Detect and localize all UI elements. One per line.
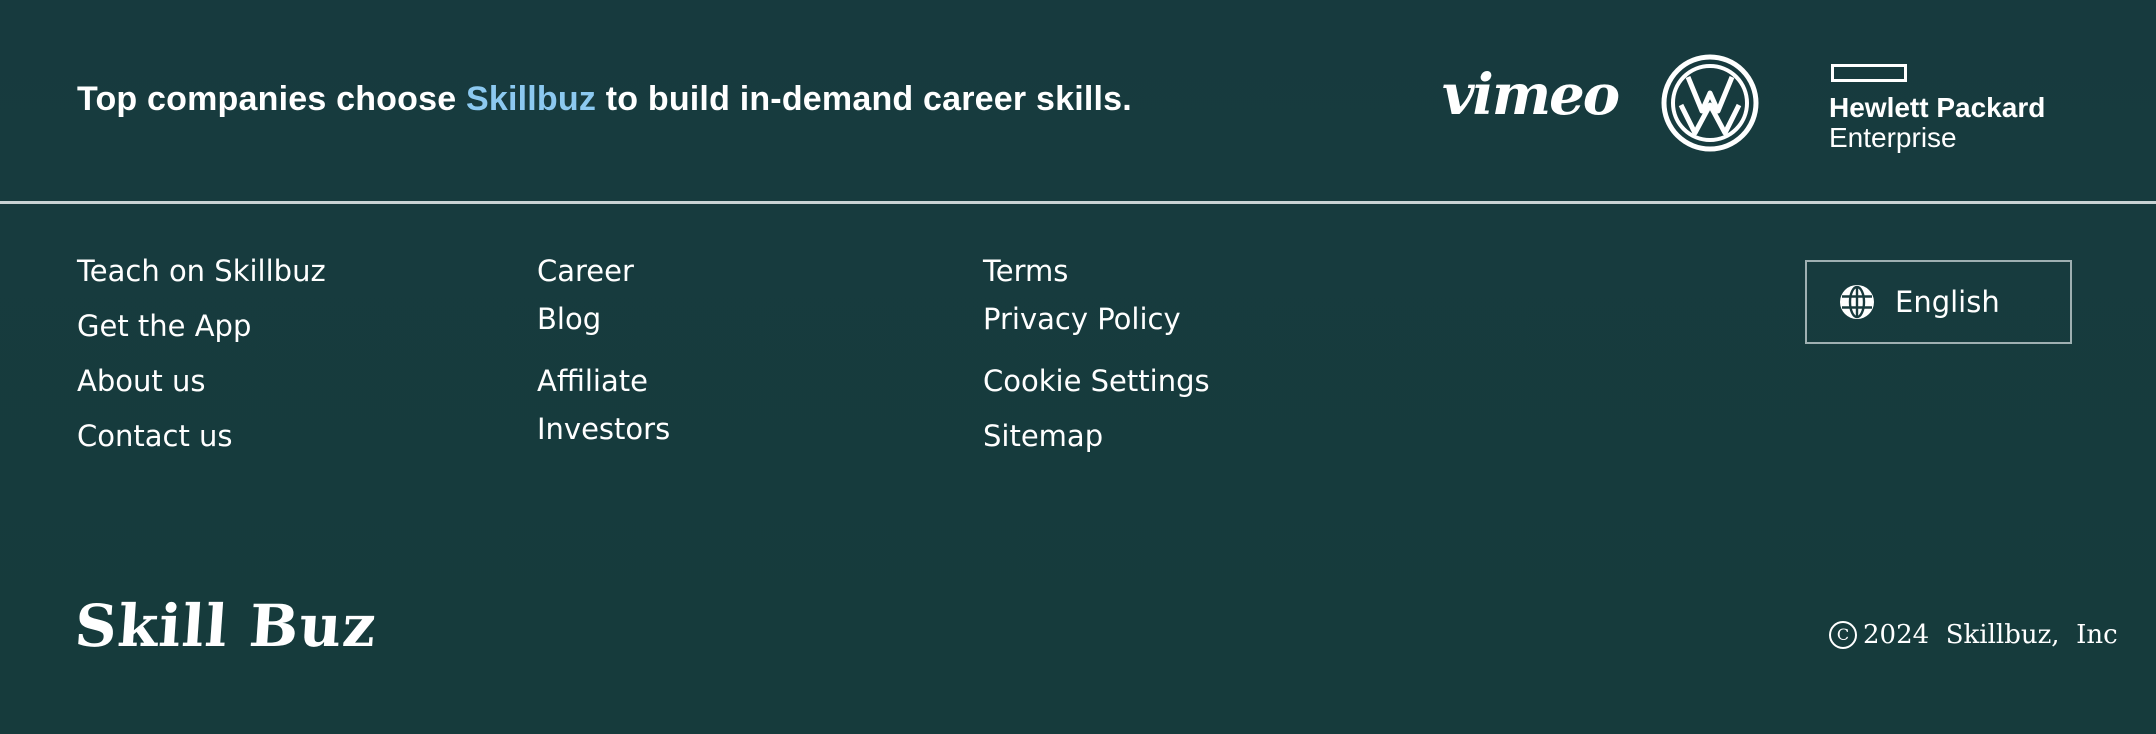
cookie-settings-link[interactable]: Cookie Settings: [983, 364, 1210, 398]
footer-divider: [0, 201, 2156, 204]
hpe-rectangle-mark: [1831, 64, 1907, 82]
volkswagen-logo: [1661, 54, 1759, 152]
sitemap-link[interactable]: Sitemap: [983, 419, 1103, 453]
vimeo-logo: vimeo: [1442, 62, 1620, 128]
hpe-logo-line1: Hewlett Packard: [1829, 92, 2046, 123]
tagline-lead-text: Top companies choose: [77, 80, 466, 118]
terms-link[interactable]: Terms: [983, 254, 1068, 288]
hewlett-packard-enterprise-logo: Hewlett Packard Enterprise: [1829, 62, 2069, 158]
privacy-policy-link[interactable]: Privacy Policy: [983, 302, 1181, 336]
investors-link[interactable]: Investors: [537, 412, 670, 446]
skillbuz-footer-logo[interactable]: Skill Buz: [73, 592, 379, 660]
career-link[interactable]: Career: [537, 254, 634, 288]
language-label: English: [1895, 285, 2000, 319]
teach-on-skillbuz-link[interactable]: Teach on Skillbuz: [77, 254, 326, 288]
tagline-brand-name: Skillbuz: [465, 80, 597, 118]
copyright-symbol: C: [1829, 621, 1857, 649]
language-selector-button[interactable]: English: [1805, 260, 2072, 344]
about-us-link[interactable]: About us: [77, 364, 205, 398]
tagline-tail-text: to build in-demand career skills.: [596, 80, 1132, 118]
blog-link[interactable]: Blog: [537, 302, 601, 336]
copyright-text: 2024 Skillbuz, Inc: [1863, 620, 2118, 650]
partners-tagline: Top companies choose Skillbuz to build i…: [77, 80, 1132, 119]
site-footer: Top companies choose Skillbuz to build i…: [0, 0, 2156, 734]
globe-icon: [1840, 285, 1874, 319]
affiliate-link[interactable]: Affiliate: [537, 364, 648, 398]
hpe-logo-line2: Enterprise: [1829, 122, 1957, 153]
contact-us-link[interactable]: Contact us: [77, 419, 233, 453]
copyright-notice: C 2024 Skillbuz, Inc: [1829, 620, 2118, 650]
get-the-app-link[interactable]: Get the App: [77, 309, 251, 343]
